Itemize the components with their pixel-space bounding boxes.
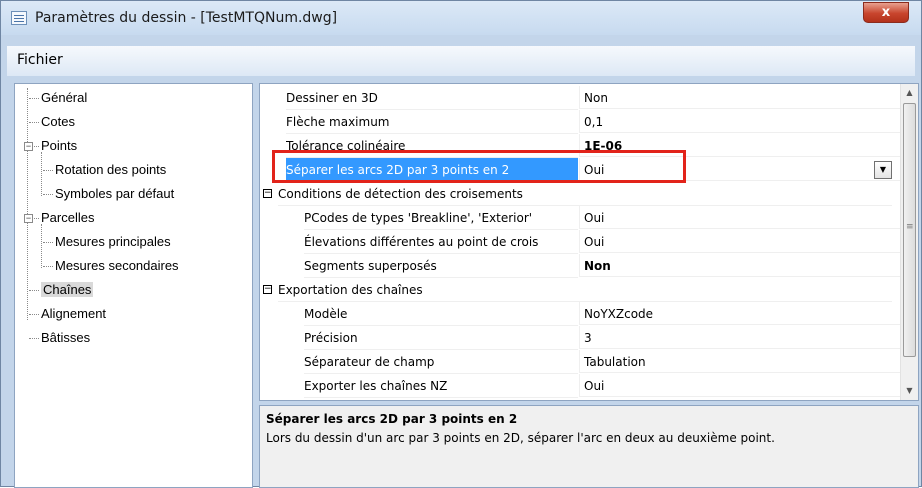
- category-label: Exportation des chaînes: [278, 278, 892, 302]
- property-category[interactable]: − Conditions de détection des croisements: [260, 182, 900, 206]
- tree-item[interactable]: Parcelles: [41, 209, 94, 227]
- scroll-up-icon[interactable]: ▲: [901, 84, 918, 101]
- property-name: Flèche maximum: [286, 110, 578, 134]
- property-value[interactable]: Non: [579, 86, 900, 109]
- minus-box-icon[interactable]: −: [24, 142, 33, 151]
- minus-box-icon[interactable]: −: [263, 189, 272, 198]
- drawing-settings-dialog: Paramètres du dessin - [TestMTQNum.dwg] …: [0, 0, 922, 488]
- tree-item[interactable]: Alignement: [41, 305, 106, 323]
- menu-file[interactable]: Fichier: [17, 52, 63, 68]
- tree-item-label: Rotation des points: [55, 162, 167, 177]
- property-row[interactable]: Flèche maximum 0,1: [260, 110, 900, 134]
- tree-item-label: Général: [41, 90, 88, 105]
- tree-item[interactable]: Points: [41, 137, 77, 155]
- property-value[interactable]: Oui: [579, 206, 900, 229]
- property-value[interactable]: 0,1: [579, 110, 900, 133]
- tree-item-label: Parcelles: [41, 210, 95, 225]
- property-value[interactable]: Oui: [579, 230, 900, 253]
- tree-item[interactable]: Bâtisses: [41, 329, 90, 347]
- tree-connector: [29, 98, 39, 99]
- property-name: Modèle: [304, 302, 578, 326]
- settings-tree: Général Cotes − Points Rotation des points Sy…: [14, 83, 253, 488]
- annotation-highlight: [272, 150, 686, 183]
- property-name: Élevations différentes au point de crois: [304, 230, 578, 254]
- minus-box-icon[interactable]: −: [263, 285, 272, 294]
- property-row[interactable]: Précision 3: [260, 326, 900, 350]
- property-category[interactable]: − Exportation des chaînes: [260, 278, 900, 302]
- property-grid: Dessiner en 3D Non Flèche maximum 0,1 Toléra…: [259, 83, 919, 401]
- app-icon: [11, 11, 27, 25]
- tree-item-label: Alignement: [41, 306, 107, 321]
- tree-connector: [29, 338, 39, 339]
- tree-guide: [41, 224, 42, 268]
- tree-item-label: Symboles par défaut: [55, 186, 175, 201]
- property-row[interactable]: Segments superposés Non: [260, 254, 900, 278]
- property-row[interactable]: Exporter les chaînes NZ Oui: [260, 374, 900, 398]
- tree-item[interactable]: Mesures secondaires: [55, 257, 179, 275]
- scroll-down-icon[interactable]: ▼: [901, 382, 918, 399]
- title-bar: Paramètres du dessin - [TestMTQNum.dwg] …: [1, 1, 921, 35]
- scrollbar-thumb[interactable]: ≡: [903, 103, 916, 357]
- tree-item[interactable]: Général: [41, 89, 87, 107]
- window-title: Paramètres du dessin - [TestMTQNum.dwg]: [35, 10, 338, 26]
- menu-bar: Fichier: [7, 46, 915, 76]
- category-label: Conditions de détection des croisements: [278, 182, 892, 206]
- tree-connector: [29, 314, 39, 315]
- tree-item[interactable]: Chaînes: [41, 281, 94, 299]
- property-row[interactable]: Séparateur de champ Tabulation: [260, 350, 900, 374]
- tree-item-label: Points: [41, 138, 78, 153]
- property-value[interactable]: NoYXZcode: [579, 302, 900, 325]
- tree-guide: [27, 88, 28, 320]
- tree-item-label: Cotes: [41, 114, 75, 129]
- tree-connector: [43, 266, 53, 267]
- property-name: Séparateur de champ: [304, 350, 578, 374]
- property-name: Précision: [304, 326, 578, 350]
- description-panel: Séparer les arcs 2D par 3 points en 2 Lo…: [259, 405, 919, 488]
- property-value[interactable]: Tabulation: [579, 350, 900, 373]
- property-value[interactable]: Oui: [579, 374, 900, 397]
- property-row[interactable]: Dessiner en 3D Non: [260, 86, 900, 110]
- property-value[interactable]: 3: [579, 326, 900, 349]
- tree-item-label: Chaînes: [41, 282, 94, 297]
- description-text: Lors du dessin d'un arc par 3 points en …: [266, 431, 775, 445]
- grip-icon: ≡: [906, 222, 914, 232]
- description-title: Séparer les arcs 2D par 3 points en 2: [266, 412, 518, 426]
- tree-item-label: Mesures secondaires: [55, 258, 179, 273]
- tree-item[interactable]: Cotes: [41, 113, 75, 131]
- tree-connector: [43, 194, 53, 195]
- property-row[interactable]: Modèle NoYXZcode: [260, 302, 900, 326]
- property-name: Segments superposés: [304, 254, 578, 278]
- tree-connector: [29, 290, 39, 291]
- close-button[interactable]: x: [863, 2, 909, 23]
- tree-guide: [41, 152, 42, 196]
- property-name: PCodes de types 'Breakline', 'Exterior': [304, 206, 578, 230]
- tree-item-label: Bâtisses: [41, 330, 91, 345]
- vertical-scrollbar[interactable]: ▲ ≡ ▼: [900, 84, 918, 400]
- tree-item[interactable]: Mesures principales: [55, 233, 171, 251]
- tree-connector: [29, 122, 39, 123]
- property-value[interactable]: Non: [579, 254, 900, 277]
- tree-connector: [43, 170, 53, 171]
- tree-connector: [43, 242, 53, 243]
- minus-box-icon[interactable]: −: [24, 214, 33, 223]
- tree-item-label: Mesures principales: [55, 234, 171, 249]
- property-row[interactable]: Élevations différentes au point de crois…: [260, 230, 900, 254]
- tree-item[interactable]: Rotation des points: [55, 161, 166, 179]
- property-name: Dessiner en 3D: [286, 86, 578, 110]
- property-name: Exporter les chaînes NZ: [304, 374, 578, 398]
- tree-item[interactable]: Symboles par défaut: [55, 185, 174, 203]
- close-icon: x: [881, 5, 891, 20]
- property-row[interactable]: PCodes de types 'Breakline', 'Exterior' O…: [260, 206, 900, 230]
- chevron-down-icon[interactable]: ▼: [874, 161, 892, 179]
